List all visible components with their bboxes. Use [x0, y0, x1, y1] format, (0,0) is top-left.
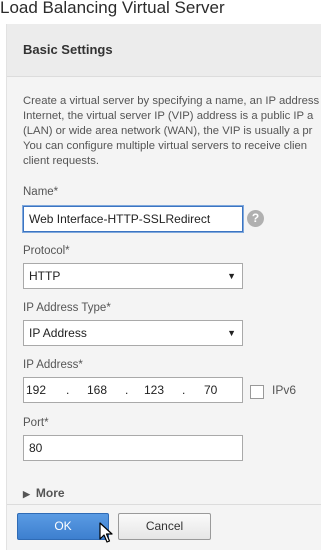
- ip-octet-3[interactable]: 123: [144, 378, 164, 402]
- ip-octet-2[interactable]: 168: [87, 378, 107, 402]
- dropdown-arrow-icon: ▼: [227, 271, 236, 281]
- dropdown-arrow-icon: ▼: [227, 328, 236, 338]
- ip-type-label: IP Address Type*: [23, 302, 111, 314]
- ip-octet-4[interactable]: 70: [204, 378, 217, 402]
- section-title: Basic Settings: [23, 42, 113, 57]
- more-toggle[interactable]: ▶ More: [23, 486, 65, 500]
- ipv6-label: IPv6: [272, 383, 297, 397]
- expand-arrow-icon: ▶: [23, 489, 30, 499]
- mouse-pointer-icon: [99, 522, 113, 543]
- ok-button[interactable]: OK: [17, 513, 109, 540]
- ip-separator: .: [182, 383, 186, 397]
- help-icon[interactable]: ?: [247, 210, 264, 227]
- cancel-button[interactable]: Cancel: [118, 513, 211, 540]
- ip-separator: .: [66, 383, 70, 397]
- panel-header: Basic Settings: [7, 24, 321, 77]
- protocol-label: Protocol*: [23, 245, 70, 257]
- ip-separator: .: [125, 383, 129, 397]
- ipv6-checkbox[interactable]: [250, 385, 264, 399]
- page-title: Load Balancing Virtual Server: [0, 0, 225, 17]
- port-input[interactable]: 80: [23, 435, 243, 461]
- name-input[interactable]: Web Interface-HTTP-SSLRedirect: [23, 206, 243, 232]
- protocol-value: HTTP: [29, 269, 61, 283]
- ip-address-input[interactable]: 192 . 168 . 123 . 70: [23, 377, 243, 403]
- description-text: Create a virtual server by specifying a …: [23, 95, 320, 167]
- divider: [7, 504, 321, 505]
- ip-address-label: IP Address*: [23, 359, 83, 371]
- basic-settings-panel: Basic Settings Create a virtual server b…: [6, 24, 321, 550]
- port-label: Port*: [23, 417, 49, 429]
- protocol-select[interactable]: HTTP ▼: [23, 263, 243, 289]
- ip-octet-1[interactable]: 192: [26, 378, 46, 402]
- ip-type-select[interactable]: IP Address ▼: [23, 320, 243, 346]
- more-label: More: [35, 486, 65, 500]
- ip-type-value: IP Address: [29, 326, 87, 340]
- name-label: Name*: [23, 186, 59, 198]
